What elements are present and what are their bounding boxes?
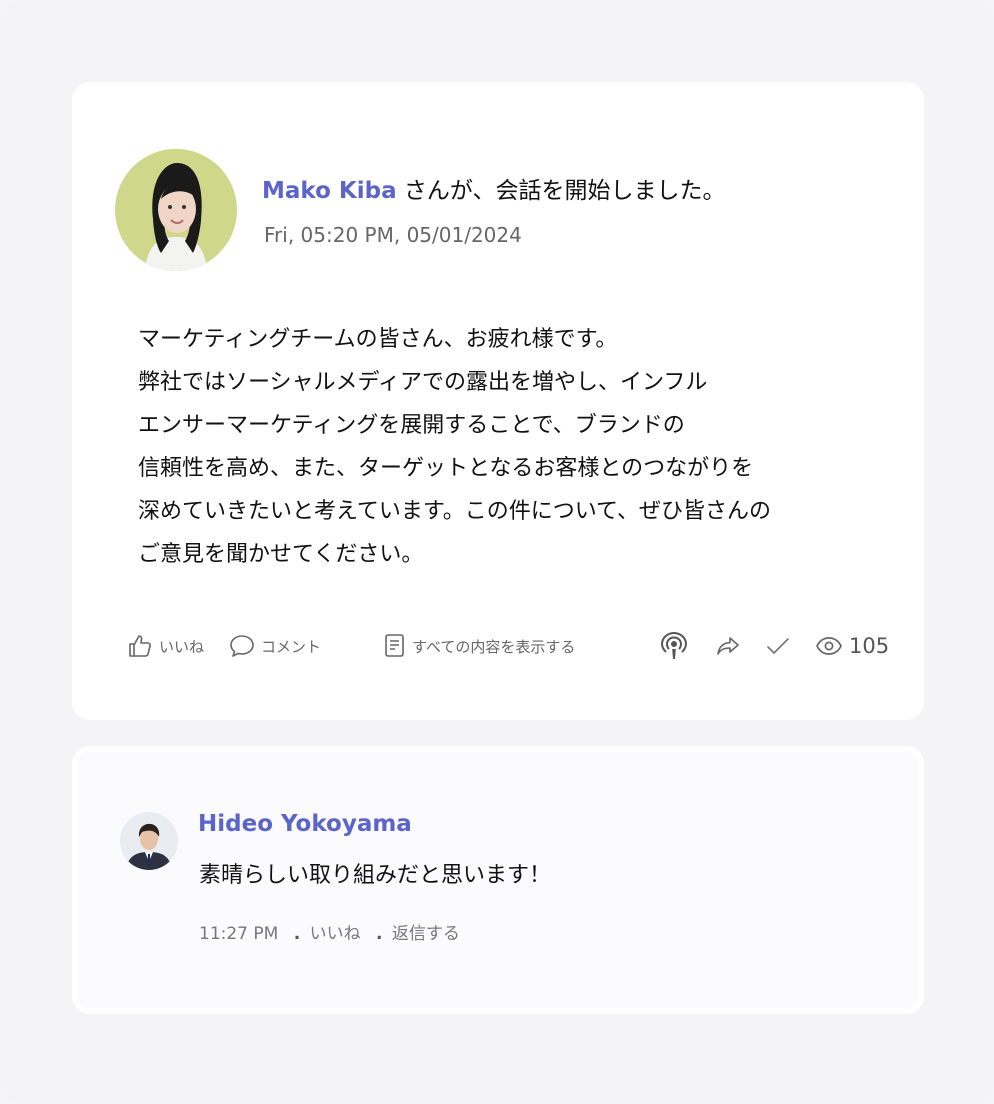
share-icon [717,637,739,655]
comment-bubble-icon [230,635,254,657]
comment-like-button[interactable]: いいね [310,924,361,944]
page-background: Mako Kiba さんが、会話を開始しました。 Fri, 05:20 PM, … [0,0,994,1104]
like-button[interactable]: いいね [127,630,204,662]
man-portrait-icon [120,812,178,870]
author-avatar[interactable] [115,149,237,271]
thumbs-up-icon [129,635,151,657]
woman-portrait-icon [115,149,237,271]
post-body: マーケティングチームの皆さん、お疲れ様です。 弊社ではソーシャルメディアでの露出… [138,318,858,576]
post-body-line: エンサーマーケティングを展開することで、ブランドの [138,413,685,438]
check-icon [767,638,789,654]
post-card: Mako Kiba さんが、会話を開始しました。 Fri, 05:20 PM, … [72,82,924,720]
comment-text: 素晴らしい取り組みだと思います！ [199,863,552,888]
meta-separator: . [293,924,301,944]
post-timestamp: Fri, 05:20 PM, 05/01/2024 [264,223,522,247]
post-author-name[interactable]: Mako Kiba [262,178,397,204]
podcast-icon [660,631,688,659]
show-all-content-button[interactable]: すべての内容を表示する [384,630,575,662]
comment-reply-button[interactable]: 返信する [392,924,460,944]
commenter-name[interactable]: Hideo Yokoyama [198,811,412,837]
share-button[interactable] [715,630,741,662]
podcast-button[interactable] [659,630,689,662]
comment-card: Hideo Yokoyama 素晴らしい取り組みだと思います！ 11:27 PM… [72,746,924,1014]
document-icon [385,634,404,657]
post-body-line: ご意見を聞かせてください。 [138,542,424,567]
eye-icon [816,637,842,655]
like-label: いいね [159,637,205,656]
post-body-line: 深めていきたいと考えています。この件について、ぜひ皆さんの [138,499,771,524]
mark-done-button[interactable] [765,630,791,662]
post-body-line: 信頼性を高め、また、ターゲットとなるお客様とのつながりを [138,456,754,481]
meta-separator: . [376,924,383,944]
comment-time: 11:27 PM [199,924,279,944]
comment-meta: 11:27 PM . いいね . 返信する [199,919,464,944]
post-headline: Mako Kiba さんが、会話を開始しました。 [262,171,725,205]
comment-button[interactable]: コメント [229,630,321,662]
post-headline-suffix: さんが、会話を開始しました。 [403,178,726,204]
comment-label: コメント [261,637,322,656]
post-body-line: 弊社ではソーシャルメディアでの露出を増やし、インフル [138,370,708,395]
view-count: 105 [815,630,889,662]
post-body-line: マーケティングチームの皆さん、お疲れ様です。 [138,327,618,352]
view-count-value: 105 [849,634,890,658]
post-action-bar: いいね コメント すべての内容を表示する 105 [127,630,897,662]
commenter-avatar[interactable] [120,812,178,870]
show-all-content-label: すべての内容を表示する [412,637,576,656]
